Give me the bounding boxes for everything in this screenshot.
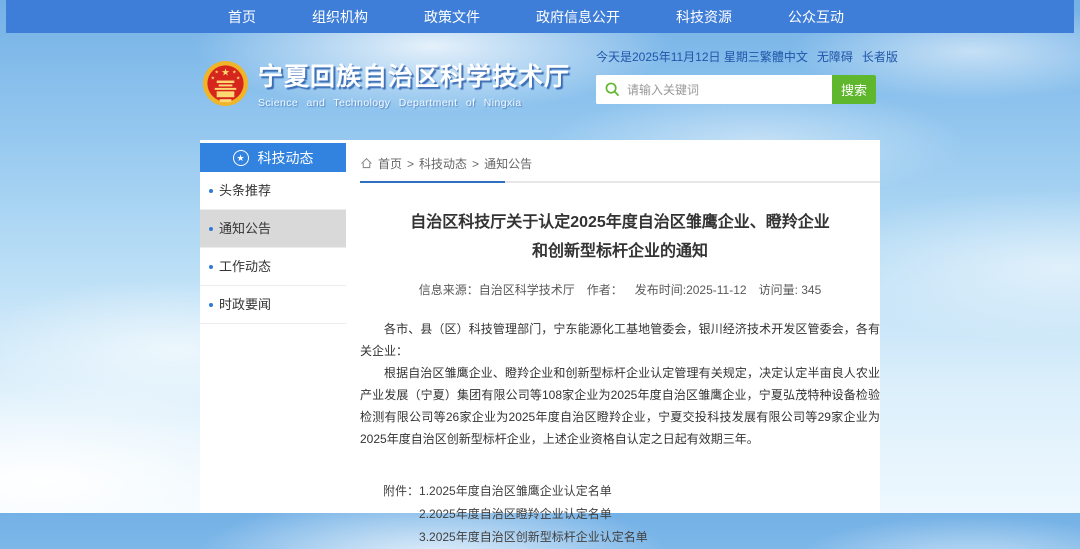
sidebar-item-notices[interactable]: 通知公告	[200, 210, 346, 248]
article-title: 自治区科技厅关于认定2025年度自治区雏鹰企业、瞪羚企业 和创新型标杆企业的通知	[360, 208, 880, 266]
svg-text:★: ★	[236, 75, 241, 81]
link-traditional-chinese[interactable]: 繁體中文	[760, 48, 808, 65]
utility-links: 繁體中文 无障碍 长者版	[760, 48, 898, 65]
meta-publish-time: 发布时间:2025-11-12	[635, 281, 747, 298]
link-senior-version[interactable]: 长者版	[862, 48, 898, 65]
attachment-item-benchmark-list[interactable]: 3.2025年度自治区创新型标杆企业认定名单	[419, 526, 648, 549]
main-container: ★ 科技动态 头条推荐 通知公告 工作动态 时政要闻 首页 > 科技动态	[200, 140, 880, 513]
meta-views: 访问量: 345	[759, 281, 822, 298]
search-box	[596, 75, 832, 104]
breadcrumb: 首页 > 科技动态 > 通知公告	[360, 140, 880, 181]
attachment-item-gazelle-list[interactable]: 2.2025年度自治区瞪羚企业认定名单	[419, 503, 648, 526]
site-header: ★ ★ ★ ★ ★ 宁夏回族自治区科学技术厅 Science and Techn…	[200, 33, 880, 140]
attachments-label: 附件：	[383, 480, 419, 549]
sidebar-item-current-politics[interactable]: 时政要闻	[200, 286, 346, 324]
search-input[interactable]	[596, 75, 832, 104]
date-row: 今天是2025年11月12日 星期三 繁體中文 无障碍 长者版	[596, 48, 876, 65]
breadcrumb-notices[interactable]: 通知公告	[484, 155, 532, 172]
site-brand[interactable]: ★ ★ ★ ★ ★ 宁夏回族自治区科学技术厅 Science and Techn…	[202, 57, 570, 109]
national-emblem-logo: ★ ★ ★ ★ ★	[202, 60, 249, 107]
sidebar-header-tech-news[interactable]: ★ 科技动态	[200, 143, 346, 172]
bullet-icon	[209, 189, 213, 193]
sidebar-title: 科技动态	[258, 148, 314, 168]
article-meta: 信息来源：自治区科学技术厅 作者： 发布时间:2025-11-12 访问量: 3…	[360, 281, 880, 298]
search-icon	[605, 82, 620, 97]
breadcrumb-separator: >	[472, 157, 479, 171]
article-title-line1: 自治区科技厅关于认定2025年度自治区雏鹰企业、瞪羚企业	[360, 208, 880, 237]
sidebar-item-label: 通知公告	[219, 221, 271, 236]
nav-item-home[interactable]: 首页	[228, 7, 256, 27]
sidebar-item-headline-picks[interactable]: 头条推荐	[200, 172, 346, 210]
current-date: 今天是2025年11月12日 星期三	[596, 48, 760, 65]
star-circle-icon: ★	[233, 150, 249, 166]
meta-author: 作者：	[587, 281, 623, 298]
svg-text:★: ★	[211, 75, 216, 81]
site-title-block: 宁夏回族自治区科学技术厅 Science and Technology Depa…	[258, 57, 570, 109]
svg-text:★: ★	[232, 69, 237, 75]
nav-item-tech-resources[interactable]: 科技资源	[676, 7, 732, 27]
attachment-item-eagle-list[interactable]: 1.2025年度自治区雏鹰企业认定名单	[419, 480, 648, 503]
sidebar-item-label: 工作动态	[219, 259, 271, 274]
breadcrumb-divider	[360, 181, 880, 183]
header-utilities: 今天是2025年11月12日 星期三 繁體中文 无障碍 长者版 搜索	[596, 48, 876, 104]
search-button[interactable]: 搜索	[832, 75, 876, 104]
site-subtitle: Science and Technology Department of Nin…	[258, 97, 570, 109]
sidebar-item-label: 头条推荐	[219, 183, 271, 198]
nav-item-gov-info-disclosure[interactable]: 政府信息公开	[536, 7, 620, 27]
sidebar-item-label: 时政要闻	[219, 297, 271, 312]
bullet-icon	[209, 265, 213, 269]
svg-text:★: ★	[215, 69, 220, 75]
nav-item-policy-documents[interactable]: 政策文件	[424, 7, 480, 27]
search-bar: 搜索	[596, 75, 876, 104]
attachments-list: 1.2025年度自治区雏鹰企业认定名单 2.2025年度自治区瞪羚企业认定名单 …	[419, 480, 648, 549]
sidebar-item-work-updates[interactable]: 工作动态	[200, 248, 346, 286]
breadcrumb-separator: >	[407, 157, 414, 171]
bullet-icon	[209, 303, 213, 307]
content-area: 首页 > 科技动态 > 通知公告 自治区科技厅关于认定2025年度自治区雏鹰企业…	[360, 140, 880, 549]
nav-item-organization[interactable]: 组织机构	[312, 7, 368, 27]
attachments-block: 附件： 1.2025年度自治区雏鹰企业认定名单 2.2025年度自治区瞪羚企业认…	[360, 480, 880, 549]
svg-text:★: ★	[221, 67, 230, 78]
breadcrumb-tech-news[interactable]: 科技动态	[419, 155, 467, 172]
article-title-line2: 和创新型标杆企业的通知	[360, 237, 880, 266]
article-paragraph: 根据自治区雏鹰企业、瞪羚企业和创新型标杆企业认定管理有关规定，决定认定半亩良人农…	[360, 362, 880, 450]
meta-source: 信息来源：自治区科学技术厅	[419, 281, 575, 298]
top-navigation-bar: 首页 组织机构 政策文件 政府信息公开 科技资源 公众互动	[6, 0, 1074, 33]
breadcrumb-home[interactable]: 首页	[378, 155, 402, 172]
top-navigation-items: 首页 组织机构 政策文件 政府信息公开 科技资源 公众互动	[200, 0, 872, 33]
link-accessibility[interactable]: 无障碍	[817, 48, 853, 65]
home-icon	[360, 157, 373, 170]
bullet-icon	[209, 227, 213, 231]
article-body: 各市、县（区）科技管理部门，宁东能源化工基地管委会，银川经济技术开发区管委会，各…	[360, 318, 880, 450]
sidebar: ★ 科技动态 头条推荐 通知公告 工作动态 时政要闻	[200, 143, 346, 324]
article-paragraph: 各市、县（区）科技管理部门，宁东能源化工基地管委会，银川经济技术开发区管委会，各…	[360, 318, 880, 362]
site-title: 宁夏回族自治区科学技术厅	[258, 57, 570, 93]
nav-item-public-interaction[interactable]: 公众互动	[788, 7, 844, 27]
